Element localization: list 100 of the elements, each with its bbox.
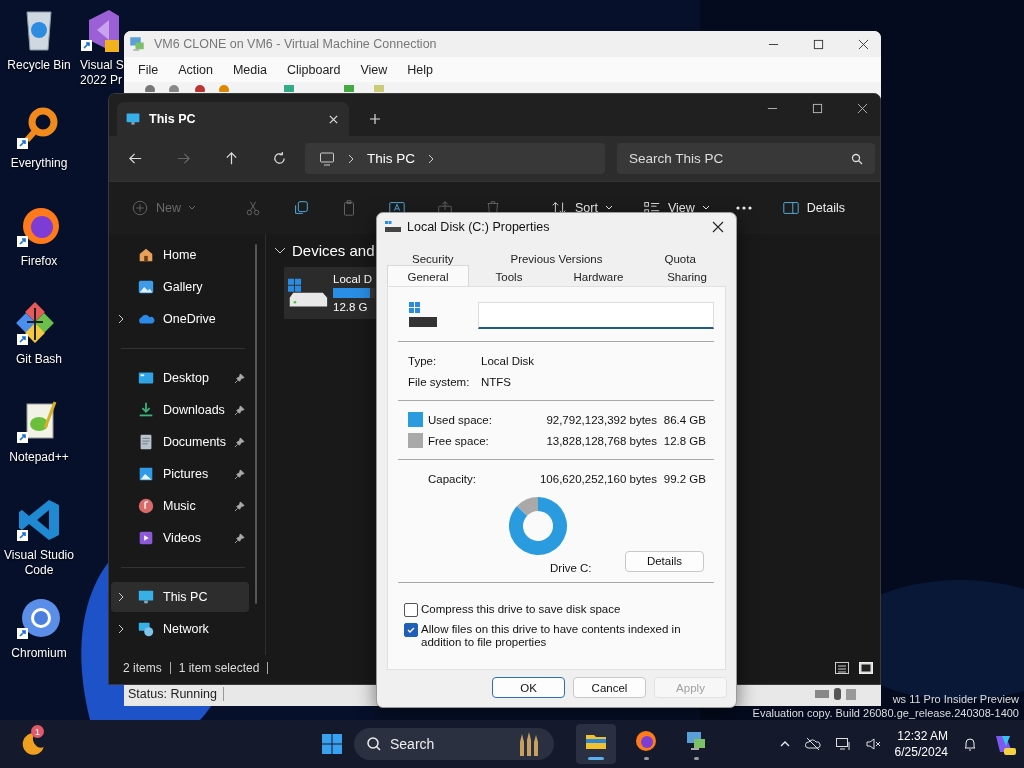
browser-icon <box>634 728 658 753</box>
field-label: Capacity: <box>428 472 477 485</box>
nav-item[interactable]: Documents <box>111 427 249 457</box>
pin-icon[interactable] <box>234 372 245 384</box>
pin-icon[interactable] <box>234 532 245 544</box>
tab[interactable]: This PC <box>117 102 349 136</box>
tab[interactable]: Previous Versions <box>478 250 635 268</box>
icon-label: Firefox <box>20 254 58 269</box>
tab[interactable]: Security <box>387 250 479 268</box>
caret-icon <box>701 205 710 211</box>
close-icon[interactable] <box>858 38 869 50</box>
search-field[interactable]: Search <box>354 728 554 760</box>
plus-icon[interactable] <box>369 113 381 125</box>
drive-tile[interactable]: Local D 12.8 G <box>284 267 377 319</box>
breadcrumb[interactable]: This PC <box>367 151 415 166</box>
menu-item[interactable]: File <box>138 62 159 77</box>
start-icon[interactable] <box>320 732 344 756</box>
menu-item[interactable]: Clipboard <box>286 62 341 77</box>
muted-speaker-icon[interactable] <box>864 736 881 752</box>
window-title: VM6 CLONE on VM6 - Virtual Machine Connection <box>154 37 438 51</box>
nav-item[interactable]: Home <box>111 240 249 270</box>
forward-arrow-icon[interactable] <box>176 151 191 166</box>
nav-item[interactable]: Desktop <box>111 363 249 393</box>
scissors-icon <box>244 199 262 217</box>
house-icon <box>137 246 155 264</box>
field-value: NTFS <box>481 375 512 388</box>
clock-time[interactable]: 12:32 AM <box>897 728 948 744</box>
menu-item[interactable]: Media <box>232 62 267 77</box>
pin-icon[interactable] <box>234 436 245 448</box>
chevron-icon[interactable] <box>117 313 125 325</box>
drive-label: Drive C: <box>550 562 592 574</box>
chevron-icon[interactable] <box>274 246 286 255</box>
computer-icon <box>128 35 146 53</box>
back-arrow-icon[interactable] <box>128 151 143 166</box>
chevron-icon <box>347 152 355 165</box>
menu-item[interactable]: View <box>360 62 388 77</box>
icon-label: Notepad++ <box>9 450 69 465</box>
copy-icon <box>292 199 310 217</box>
tab-title: This PC <box>149 112 197 126</box>
nav-item[interactable]: Music <box>111 491 249 521</box>
nav-item[interactable]: Gallery <box>111 272 249 302</box>
caret-icon <box>604 205 613 211</box>
search-icon <box>851 153 863 165</box>
bell-icon[interactable] <box>962 736 978 752</box>
search-field[interactable]: Search This PC <box>617 143 875 174</box>
pin-icon[interactable] <box>234 500 245 512</box>
byte-count: 106,620,252,160 bytes <box>538 472 657 485</box>
nav-item[interactable]: Pictures <box>111 459 249 489</box>
tab[interactable]: Sharing <box>648 268 726 286</box>
byte-count: 92,792,123,392 bytes <box>545 413 657 426</box>
drive-name: Local D <box>333 273 373 285</box>
address-bar[interactable]: This PC <box>305 143 605 174</box>
clock-date[interactable]: 6/25/2024 <box>894 744 948 760</box>
menu-item[interactable]: Action <box>178 62 213 77</box>
icon-label: Everything <box>10 156 68 171</box>
nav-item[interactable]: Downloads <box>111 395 249 425</box>
up-arrow-icon[interactable] <box>224 151 239 166</box>
status-text: 2 items <box>123 661 171 674</box>
maximize-icon[interactable] <box>812 103 823 114</box>
tab[interactable]: General <box>387 265 469 287</box>
chevron-icon[interactable] <box>117 623 125 635</box>
menu-item[interactable]: Help <box>407 62 434 77</box>
details-button[interactable]: Details <box>625 550 704 572</box>
image-icon <box>137 465 155 483</box>
details-view-icon[interactable] <box>834 659 850 676</box>
os-notice: ws 11 Pro Insider Preview <box>892 692 1019 706</box>
section-heading: Devices and <box>292 242 375 259</box>
chevron-icon[interactable] <box>117 591 125 603</box>
pin-icon[interactable] <box>234 404 245 416</box>
icon-label: Git Bash <box>16 352 62 367</box>
byte-count: 13,828,128,768 bytes <box>545 434 657 447</box>
cloud-icon[interactable] <box>804 736 821 752</box>
tiles-view-icon[interactable] <box>858 659 874 676</box>
details-button[interactable]: Details <box>775 195 852 221</box>
refresh-icon[interactable] <box>272 151 287 166</box>
dialog-button[interactable]: Cancel <box>573 677 646 698</box>
nav-item[interactable]: OneDrive <box>111 304 249 334</box>
network-icon[interactable] <box>834 736 851 752</box>
pin-icon[interactable] <box>234 468 245 480</box>
close-icon[interactable] <box>857 103 868 114</box>
close-icon[interactable] <box>712 221 724 233</box>
nav-item[interactable]: This PC <box>111 582 249 612</box>
dialog-button[interactable]: OK <box>492 677 565 698</box>
drive-icon <box>288 277 328 309</box>
tab[interactable]: Tools <box>469 268 549 286</box>
name-field[interactable] <box>478 301 714 329</box>
nav-item[interactable]: Videos <box>111 523 249 553</box>
checkbox[interactable] <box>404 623 418 637</box>
monitor-icon <box>137 588 155 606</box>
tab[interactable]: Hardware <box>549 268 648 286</box>
music-icon <box>137 497 155 515</box>
chevron-icon <box>427 152 435 165</box>
tab[interactable]: Quota <box>634 250 726 268</box>
taskbar-app[interactable] <box>576 724 616 764</box>
checkbox-label: Compress this drive to save disk space <box>421 603 622 616</box>
checkbox[interactable] <box>404 603 418 617</box>
nav-item[interactable]: Network <box>111 614 249 644</box>
monitor-icon <box>125 111 141 127</box>
size-value: 86.4 GB <box>662 413 707 426</box>
maximize-icon[interactable] <box>813 38 824 50</box>
